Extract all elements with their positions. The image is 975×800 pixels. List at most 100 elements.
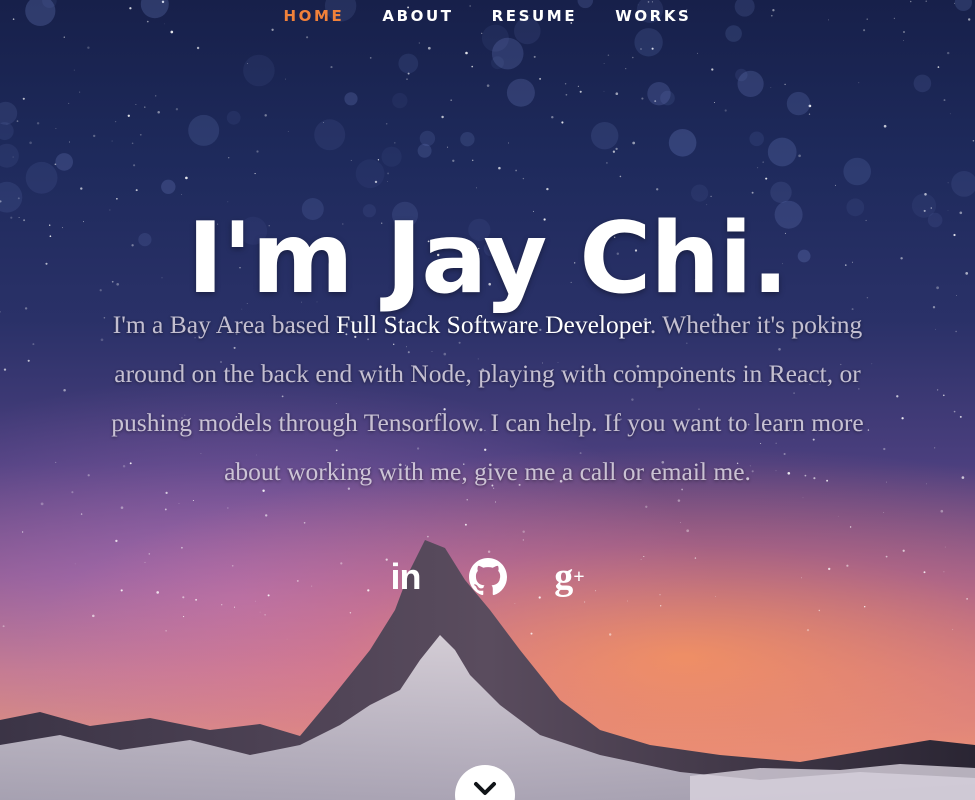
bokeh-light (691, 184, 709, 202)
star (21, 531, 24, 533)
star (157, 111, 160, 114)
star (495, 501, 496, 503)
bokeh-light (398, 53, 419, 74)
nav-works-link[interactable]: WORKS (615, 7, 691, 25)
star (949, 113, 951, 115)
bokeh-light (843, 157, 871, 186)
star (446, 146, 449, 148)
bio-line-1: I'm a Bay Area based Full Stack Software… (0, 300, 975, 349)
star (711, 68, 714, 71)
star (120, 506, 124, 509)
star (303, 521, 306, 524)
bokeh-light (314, 119, 346, 151)
star (651, 47, 654, 50)
star (883, 512, 885, 513)
star (654, 100, 657, 103)
star (612, 150, 616, 153)
bokeh-light (226, 110, 241, 125)
star (835, 184, 837, 186)
star (452, 159, 455, 162)
github-icon[interactable] (466, 555, 510, 599)
star (757, 167, 759, 169)
star (450, 99, 453, 102)
star (254, 173, 256, 175)
star (6, 123, 8, 125)
nav-about-link[interactable]: ABOUT (382, 7, 453, 25)
star (615, 92, 619, 95)
star (751, 191, 754, 194)
star (686, 529, 690, 533)
star (80, 187, 83, 190)
bokeh-light (417, 143, 432, 158)
star (418, 42, 420, 44)
star (679, 522, 681, 524)
nav-resume-link[interactable]: RESUME (492, 7, 578, 25)
star (625, 68, 627, 70)
star (192, 499, 194, 502)
linkedin-icon-text: in (390, 556, 422, 597)
social-links: in g + (0, 555, 975, 599)
star (285, 78, 287, 80)
star (710, 195, 712, 198)
star (407, 72, 410, 75)
star (135, 104, 137, 106)
star (765, 177, 768, 180)
hero-section: HOME ABOUT RESUME WORKS I'm Jay Chi. I'm… (0, 0, 975, 800)
nav-home-link[interactable]: HOME (284, 7, 345, 25)
star (29, 141, 32, 145)
star (22, 97, 25, 100)
bio-role-highlight: Full Stack Software Developer (336, 310, 650, 339)
star (385, 122, 388, 125)
star (515, 169, 517, 172)
star (798, 154, 801, 158)
bokeh-light (0, 143, 19, 168)
star (577, 85, 579, 87)
star (330, 66, 333, 69)
star (564, 83, 567, 85)
star (615, 147, 618, 151)
star (607, 54, 610, 57)
star (406, 78, 408, 80)
star (68, 141, 70, 143)
star (36, 122, 40, 125)
star (87, 46, 90, 49)
bokeh-light (647, 82, 671, 106)
star (498, 166, 501, 170)
star (80, 513, 83, 515)
star (471, 65, 474, 68)
star (441, 115, 444, 119)
star (394, 142, 396, 144)
star (924, 193, 927, 196)
star (387, 181, 389, 182)
bokeh-light (419, 130, 436, 147)
star (724, 109, 727, 112)
bokeh-light (668, 129, 697, 157)
star (551, 115, 554, 119)
bokeh-light (737, 70, 764, 97)
main-navigation: HOME ABOUT RESUME WORKS (0, 0, 975, 32)
star (486, 84, 490, 87)
star (641, 97, 644, 100)
star (196, 46, 200, 50)
star (323, 121, 324, 123)
star (539, 77, 542, 80)
star (784, 83, 786, 86)
star (762, 161, 764, 163)
star (903, 39, 904, 41)
star (427, 46, 431, 50)
bokeh-light (660, 90, 675, 106)
star (464, 523, 467, 526)
google-plus-icon[interactable]: g + (548, 555, 592, 599)
linkedin-icon[interactable]: in (384, 555, 428, 599)
star (68, 102, 70, 104)
star (579, 90, 582, 93)
bokeh-light (392, 92, 408, 109)
bokeh-light (506, 78, 535, 107)
star (265, 514, 268, 517)
star (374, 180, 378, 184)
star (606, 162, 608, 164)
bio-line-3: pushing models through Tensorflow. I can… (111, 408, 864, 437)
star (656, 188, 659, 191)
star (883, 124, 887, 128)
star (640, 48, 642, 50)
